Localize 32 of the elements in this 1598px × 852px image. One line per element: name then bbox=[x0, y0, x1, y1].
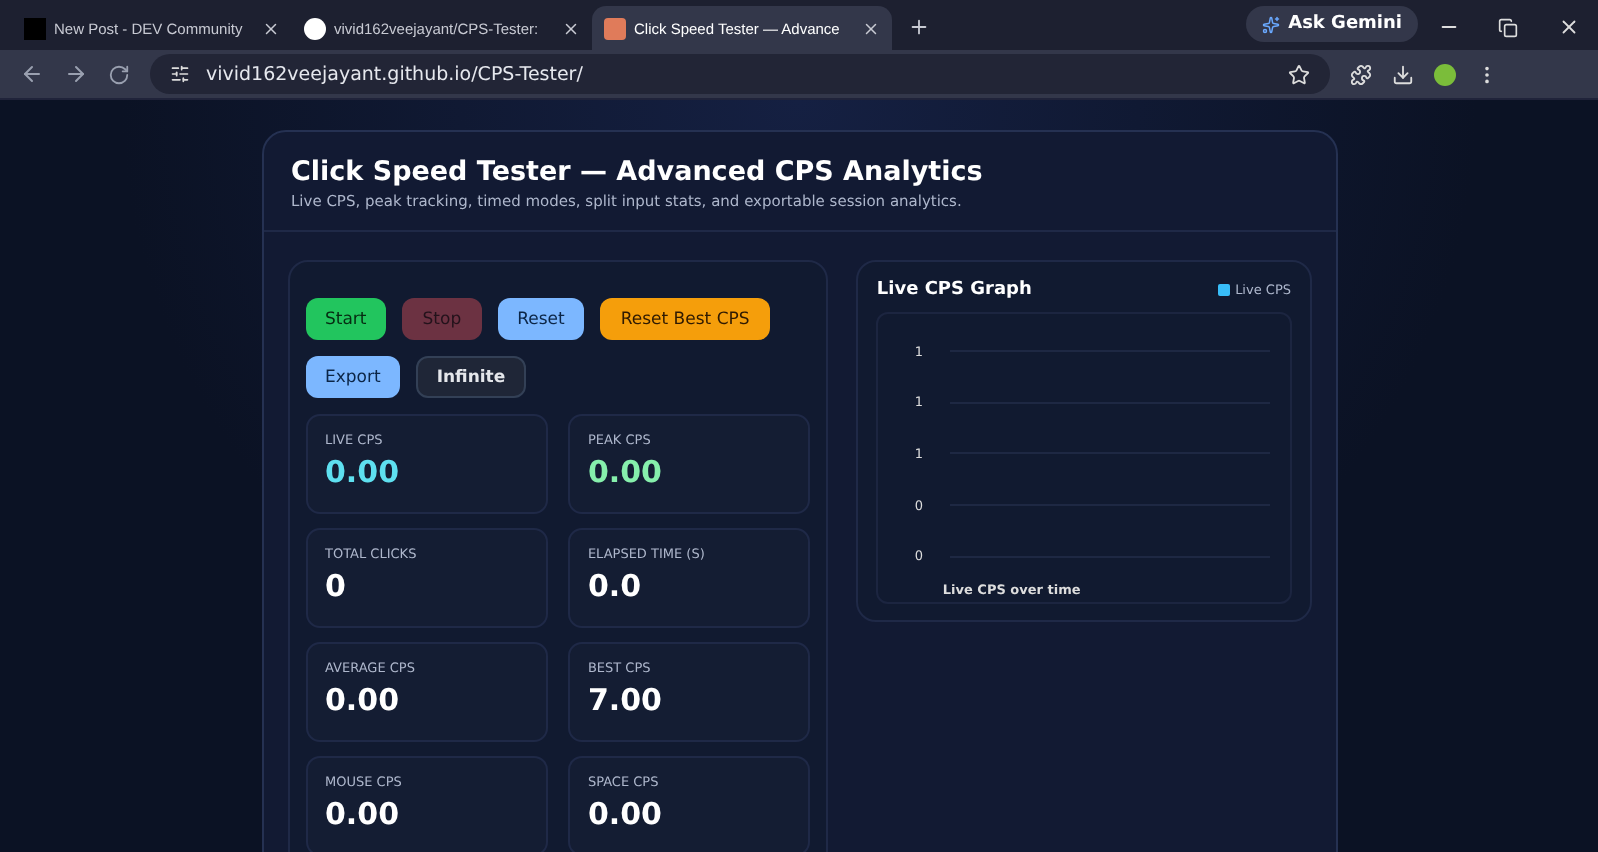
graph-title: Live CPS Graph bbox=[876, 280, 1032, 300]
avatar-icon[interactable] bbox=[1434, 63, 1456, 85]
stat-value: 0.00 bbox=[325, 682, 402, 718]
stat-value: 0.00 bbox=[587, 454, 664, 490]
action-button[interactable]: Infinite bbox=[416, 356, 526, 398]
forward-icon[interactable] bbox=[64, 62, 88, 86]
action-button[interactable]: Start bbox=[305, 298, 387, 340]
sparkle-icon bbox=[1262, 15, 1281, 33]
restore-icon[interactable] bbox=[1498, 18, 1518, 38]
stat-value: 0.0 bbox=[587, 568, 644, 604]
reload-icon[interactable] bbox=[108, 63, 130, 85]
address-bar[interactable]: vivid162veejayant.github.io/CPS-Tester/ bbox=[150, 54, 1330, 94]
close-icon[interactable] bbox=[1557, 16, 1579, 38]
download-icon[interactable] bbox=[1392, 63, 1414, 85]
close-icon[interactable] bbox=[862, 19, 880, 37]
back-icon[interactable] bbox=[20, 62, 44, 86]
star-icon[interactable] bbox=[1288, 63, 1310, 85]
ask-button[interactable]: Ask Gemini bbox=[1246, 6, 1418, 42]
extensions-icon[interactable] bbox=[1350, 63, 1372, 85]
new-tab-icon[interactable] bbox=[908, 16, 930, 38]
stat-value: 0.00 bbox=[325, 796, 402, 832]
page-title: Click Speed Tester — Advanced CPS Analytics bbox=[291, 156, 985, 188]
action-button[interactable]: Export bbox=[305, 356, 401, 398]
stat-value: 0.00 bbox=[325, 454, 402, 490]
action-button[interactable]: Reset bbox=[497, 298, 585, 340]
close-icon[interactable] bbox=[262, 19, 280, 37]
stat-value: 0 bbox=[325, 568, 348, 604]
close-icon[interactable] bbox=[562, 19, 580, 37]
stat-value: 7.00 bbox=[587, 682, 664, 718]
site-settings-icon[interactable] bbox=[170, 64, 190, 84]
action-button[interactable]: Reset Best CPS bbox=[600, 298, 770, 340]
stat-value: 0.00 bbox=[587, 796, 664, 832]
